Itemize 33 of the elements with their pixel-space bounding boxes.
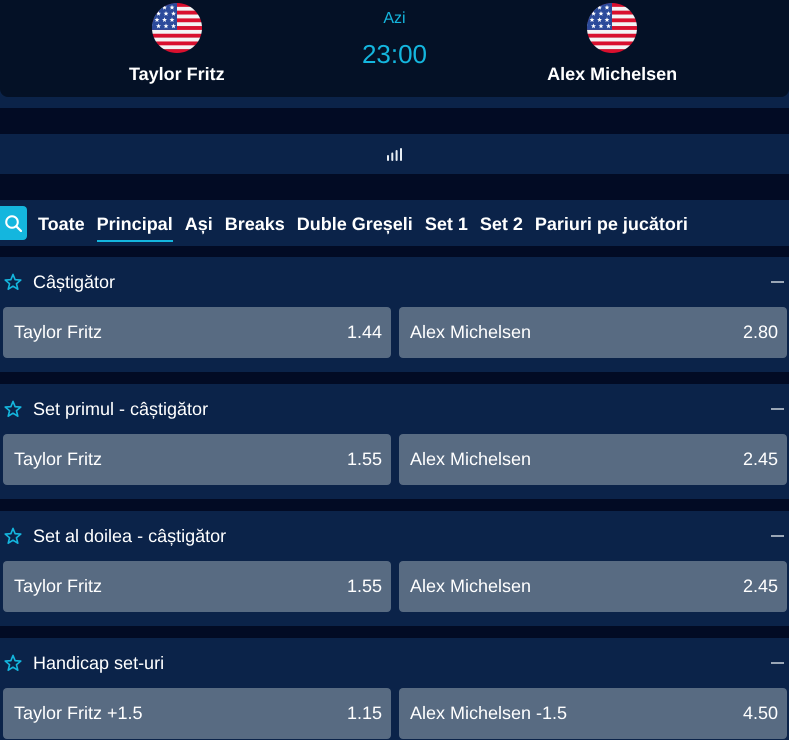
odds-button[interactable]: Alex Michelsen -1.5 4.50: [399, 688, 787, 739]
odds-button[interactable]: Alex Michelsen 2.80: [399, 307, 787, 358]
odds-button[interactable]: Taylor Fritz 1.44: [3, 307, 391, 358]
odds-button[interactable]: Taylor Fritz +1.5 1.15: [3, 688, 391, 739]
star-icon[interactable]: [4, 273, 22, 291]
odds-button[interactable]: Taylor Fritz 1.55: [3, 434, 391, 485]
player-name: Alex Michelsen: [547, 63, 678, 85]
match-time: 23:00: [362, 39, 428, 69]
star-icon[interactable]: [4, 654, 22, 672]
market-tab[interactable]: Duble Greșeli: [296, 204, 413, 242]
market-tab[interactable]: Ași: [184, 204, 213, 242]
market-tab[interactable]: Toate: [38, 204, 85, 242]
search-button[interactable]: [0, 206, 27, 240]
star-icon[interactable]: [4, 400, 22, 418]
market-tab[interactable]: Set 2: [480, 204, 523, 242]
search-icon: [5, 214, 22, 232]
market-title: Set al doilea - câștigător: [33, 525, 228, 547]
market-tab[interactable]: Breaks: [224, 204, 285, 242]
odds-button[interactable]: Alex Michelsen 2.45: [399, 434, 787, 485]
market-title: Câștigător: [33, 271, 116, 293]
odds-button[interactable]: Alex Michelsen 2.45: [399, 561, 787, 612]
match-day: Azi: [383, 9, 406, 29]
player-name: Taylor Fritz: [128, 63, 225, 85]
odds-button[interactable]: Taylor Fritz 1.55: [3, 561, 391, 612]
market-tab[interactable]: Pariuri pe jucători: [534, 204, 688, 242]
flag-icon: [587, 3, 638, 53]
market-tab[interactable]: Principal: [96, 204, 173, 242]
bar-chart-icon[interactable]: [387, 148, 402, 160]
market-title: Handicap set-uri: [33, 652, 166, 674]
star-icon[interactable]: [4, 527, 22, 545]
flag-icon: [152, 3, 202, 53]
market-tab[interactable]: Set 1: [424, 204, 468, 242]
market-title: Set primul - câștigător: [33, 398, 210, 420]
